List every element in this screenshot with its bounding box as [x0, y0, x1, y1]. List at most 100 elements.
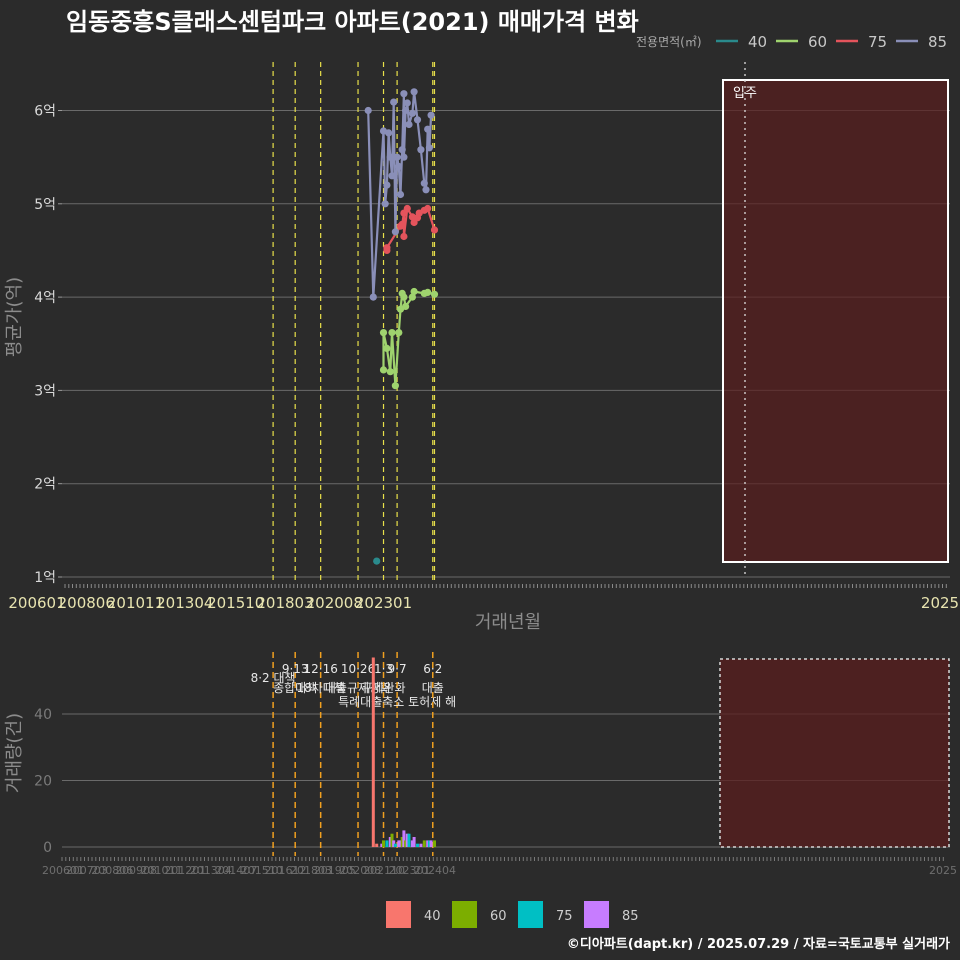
top-legend: 전용면적(㎡) 40 60 75 85	[636, 33, 947, 51]
policy-label: 9·7	[388, 662, 407, 676]
top-legend-label: 85	[928, 33, 947, 51]
data-point-85	[385, 129, 393, 137]
price-month-ticks	[64, 584, 947, 588]
top-legend-label: 60	[808, 33, 827, 51]
bottom-legend-key-40	[386, 901, 411, 928]
volume-bar-85	[412, 837, 416, 847]
bottom-legend-key-85	[584, 901, 609, 928]
bottom-legend-key-75	[518, 901, 543, 928]
volume-bar-60	[382, 840, 385, 848]
volume-bar-75	[416, 843, 419, 847]
data-point-60	[395, 329, 403, 337]
data-point-85	[410, 88, 418, 96]
data-point-85	[400, 153, 408, 161]
volume-bar-60	[422, 840, 426, 848]
data-point-85	[390, 98, 398, 106]
data-point-60	[402, 302, 410, 310]
volume-month-ticks	[61, 857, 944, 861]
policy-label: 10·26	[341, 662, 375, 676]
data-point-60	[379, 366, 388, 374]
policy-sublabel: 대출	[422, 681, 444, 695]
data-point-75	[383, 244, 391, 252]
volume-bar-75	[393, 843, 397, 847]
move-in-period-box	[722, 79, 949, 563]
data-point-85	[427, 111, 435, 119]
volume-y-tick-label: 40	[34, 707, 52, 723]
data-point-85	[420, 179, 428, 187]
price-y-tick-label: 3억	[34, 383, 56, 399]
data-point-75	[398, 220, 406, 228]
volume-bar-60	[433, 840, 436, 848]
data-point-60	[424, 288, 432, 296]
data-point-85	[398, 146, 406, 154]
volume-bar-85	[419, 843, 423, 847]
policy-sublabel: 특례대출축소 토허제 해	[338, 695, 456, 709]
bottom-legend-label: 85	[622, 909, 639, 924]
bottom-legend-label: 75	[556, 909, 573, 924]
data-point-60	[383, 344, 391, 352]
data-point-85	[383, 181, 391, 189]
data-point-85	[417, 146, 425, 154]
data-point-85	[400, 90, 408, 98]
bottom-legend-label: 40	[424, 909, 441, 924]
data-point-85	[381, 200, 389, 208]
volume-x-tick-label: 2025	[929, 864, 957, 877]
data-point-40	[373, 557, 381, 565]
volume-y-tick-label: 20	[34, 774, 52, 790]
data-point-85	[395, 162, 403, 171]
data-point-85	[408, 109, 416, 117]
bottom-legend: 40 60 75 85	[386, 901, 639, 928]
top-legend-title: 전용면적(㎡)	[636, 35, 702, 49]
data-point-85	[425, 144, 433, 152]
data-point-85	[364, 106, 372, 115]
volume-bar-40	[371, 657, 375, 847]
data-point-60	[379, 329, 388, 337]
move-in-label: 입주	[733, 86, 757, 101]
data-point-75	[403, 204, 411, 213]
chart-title: 임동중흥S클래스센텀파크 아파트(2021) 매매가격 변화	[66, 8, 639, 36]
price-x-tick-label: 2025	[921, 594, 959, 612]
data-point-60	[410, 287, 418, 296]
price-x-tick-label: 201304	[156, 594, 213, 612]
data-point-85	[402, 106, 410, 115]
data-point-60	[391, 382, 399, 390]
price-y-tick-label: 4억	[34, 290, 56, 306]
data-point-85	[369, 293, 377, 301]
data-point-85	[422, 186, 430, 194]
price-chart: 1억2억3억4억5억6억 200601200806201011201304201…	[4, 62, 959, 633]
data-point-85	[391, 228, 399, 236]
price-y-tick-label: 5억	[34, 197, 56, 213]
policy-label: 12·16	[303, 662, 337, 676]
bottom-legend-key-60	[452, 901, 477, 928]
data-point-60	[388, 329, 396, 337]
price-x-axis-label: 거래년월	[475, 612, 541, 633]
data-point-85	[386, 153, 394, 161]
price-y-tick-label: 1억	[34, 570, 56, 586]
volume-x-tick-label: 202404	[414, 864, 456, 877]
volume-chart: 02040 2006012007032008062009082010112012…	[4, 652, 957, 877]
volume-y-axis-label: 거래량(건)	[4, 713, 25, 793]
volume-highlight-box	[719, 658, 950, 848]
price-y-tick-label: 6억	[34, 104, 56, 120]
volume-bar-85	[429, 840, 433, 848]
data-point-85	[393, 153, 401, 161]
price-y-tick-label: 2억	[34, 477, 56, 493]
data-point-85	[388, 172, 396, 180]
data-point-85	[403, 99, 411, 107]
price-y-axis-label: 평균가(억)	[4, 277, 25, 357]
data-point-75	[430, 226, 439, 234]
policy-label: 6·2	[423, 662, 442, 676]
data-point-85	[424, 125, 432, 133]
data-point-60	[386, 368, 394, 376]
data-point-60	[400, 293, 408, 301]
top-legend-label: 75	[868, 33, 887, 51]
data-point-85	[413, 116, 422, 124]
data-point-85	[396, 190, 405, 199]
data-point-60	[430, 290, 439, 298]
data-point-75	[424, 204, 432, 213]
volume-bar-75	[407, 833, 411, 847]
data-point-75	[400, 232, 408, 241]
chart-canvas: 임동중흥S클래스센텀파크 아파트(2021) 매매가격 변화 전용면적(㎡) 4…	[4, 8, 959, 952]
data-point-85	[405, 120, 413, 129]
footer-credit: ©디아파트(dapt.kr) / 2025.07.29 / 자료=국토교통부 실…	[567, 936, 950, 952]
